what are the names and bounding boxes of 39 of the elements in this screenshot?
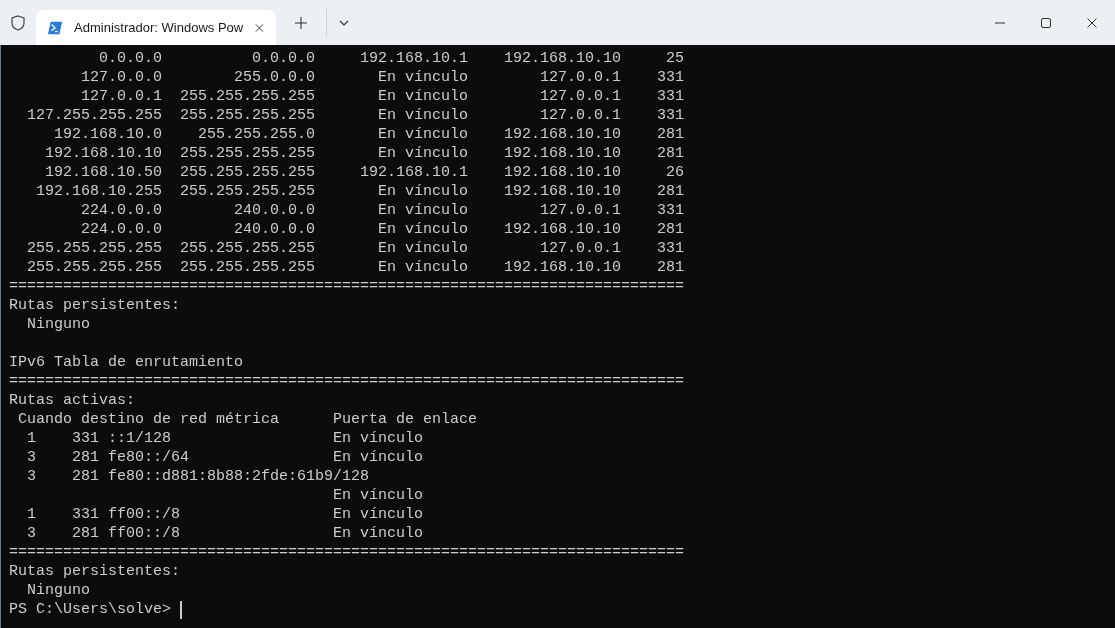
terminal-line: 0.0.0.0 0.0.0.0 192.168.10.1 192.168.10.10 25: [98, 50, 685, 67]
minimize-icon[interactable]: [995, 21, 1005, 24]
terminal-line: 192.168.10.0 255.255.255.0 En vínculo 192.168.10.10 281: [53, 126, 685, 143]
terminal-line: 127.255.255.255 255.255.255.255 En vínculo 127.0.0.1 331: [26, 107, 685, 124]
terminal-line: Rutas activas:: [9, 392, 136, 409]
terminal-line: 1 331 ::1/128 En vínculo: [26, 430, 424, 447]
chevron-down-icon[interactable]: [339, 19, 349, 26]
terminal-line: 3 281 ff00::/8 En vínculo: [26, 525, 424, 542]
close-icon[interactable]: [1087, 17, 1097, 28]
terminal-line: 1 331 ff00::/8 En vínculo: [26, 506, 424, 523]
terminal-line: 127.0.0.0 255.0.0.0 En vínculo 127.0.0.1 331: [80, 69, 685, 86]
terminal-line: 255.255.255.255 255.255.255.255 En vínculo 127.0.0.1 331: [26, 240, 685, 257]
tab-title: Administrador: Windows Pow: [74, 18, 244, 37]
terminal-line: 192.168.10.50 255.255.255.255 192.168.10.1 192.168.10.10 26: [44, 164, 685, 181]
terminal-line: IPv6 Tabla de enrutamiento: [9, 354, 244, 371]
command-prompt: PS C:\Users\solve>: [9, 600, 173, 619]
terminal-tab[interactable]: Administrador: Windows Pow: [36, 10, 276, 45]
terminal-line: ===========================================================================: [9, 373, 685, 390]
terminal-line: 3 281 fe80::d881:8b88:2fde:61b9/128: [26, 468, 370, 485]
maximize-icon[interactable]: [1041, 17, 1051, 28]
terminal-line: Ninguno: [26, 316, 90, 333]
shield-icon[interactable]: [11, 14, 25, 31]
terminal-line: ===========================================================================: [9, 278, 685, 295]
terminal-line: 3 281 fe80::/64 En vínculo: [26, 449, 424, 466]
terminal-line: 192.168.10.255 255.255.255.255 En vínculo 192.168.10.10 281: [35, 183, 685, 200]
terminal-line: Rutas persistentes:: [9, 563, 181, 580]
terminal-line: Rutas persistentes:: [9, 297, 181, 314]
terminal-line: Ninguno: [26, 582, 90, 599]
terminal-line: 224.0.0.0 240.0.0.0 En vínculo 127.0.0.1 331: [80, 202, 685, 219]
terminal-line: 127.0.0.1 255.255.255.255 En vínculo 127.0.0.1 331: [80, 88, 685, 105]
terminal-line: 255.255.255.255 255.255.255.255 En vínculo 192.168.10.10 281: [26, 259, 685, 276]
terminal-line: En vínculo: [332, 487, 424, 504]
terminal-line: ===========================================================================: [9, 544, 685, 561]
plus-icon[interactable]: [295, 16, 307, 29]
text-cursor: [180, 600, 183, 619]
terminal-line: 224.0.0.0 240.0.0.0 En vínculo 192.168.10.10 281: [80, 221, 685, 238]
powershell-icon: [48, 20, 63, 35]
terminal-line: 192.168.10.10 255.255.255.255 En vínculo 192.168.10.10 281: [44, 145, 685, 162]
terminal-line: Cuando destino de red métrica Puerta de enlace: [17, 411, 478, 428]
